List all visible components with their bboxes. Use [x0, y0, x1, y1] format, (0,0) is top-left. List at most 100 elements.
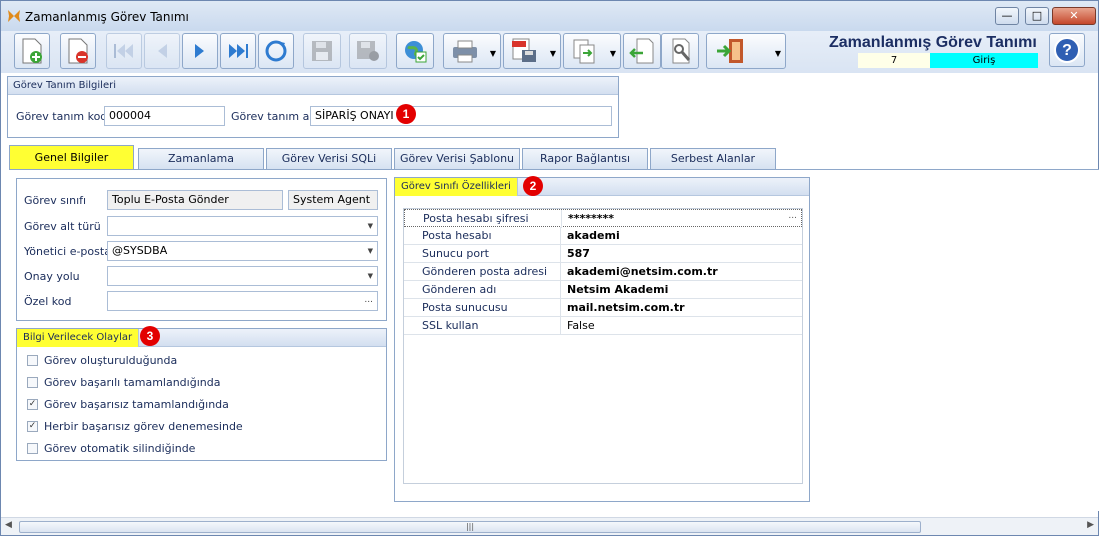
property-row[interactable]: Gönderen posta adresi akademi@netsim.com.…: [404, 263, 802, 281]
exit-icon: [717, 39, 743, 63]
ellipsis-button[interactable]: ...: [788, 211, 797, 221]
first-record-button[interactable]: [106, 33, 142, 69]
property-value[interactable]: 587: [567, 247, 590, 260]
column-divider: [560, 299, 561, 317]
checkbox[interactable]: ✓: [27, 398, 38, 410]
close-button[interactable]: ✕: [1052, 7, 1096, 25]
refresh-icon: [265, 40, 287, 62]
export-pdf-icon: [512, 38, 536, 62]
property-value[interactable]: akademi@netsim.com.tr: [567, 265, 718, 278]
special-code-label: Özel kod: [24, 295, 72, 308]
print-icon: [453, 40, 477, 63]
approval-label: Onay yolu: [24, 270, 80, 283]
tab-schedule[interactable]: Zamanlama: [138, 148, 264, 169]
event-checkbox-label: Herbir başarısız görev denemesinde: [44, 419, 243, 433]
property-value[interactable]: akademi: [567, 229, 620, 242]
horizontal-scrollbar[interactable]: ◀ ||| ▶: [1, 517, 1098, 535]
name-label: Görev tanım adı: [231, 110, 320, 123]
help-icon: ?: [1054, 37, 1080, 63]
import-button[interactable]: [623, 33, 661, 69]
tools-button[interactable]: [661, 33, 699, 69]
scroll-right-icon[interactable]: ▶: [1087, 520, 1094, 530]
tab-sql[interactable]: Görev Verisi SQLi: [266, 148, 392, 169]
last-record-button[interactable]: [220, 33, 256, 69]
tab-report-link[interactable]: Rapor Bağlantısı: [522, 148, 648, 169]
scroll-left-icon[interactable]: ◀: [5, 520, 12, 530]
last-record-icon: [229, 44, 248, 58]
title-bar: Zamanlanmış Görev Tanımı — □ ✕: [1, 1, 1098, 31]
export-pdf-button[interactable]: ▼: [503, 33, 561, 69]
property-row[interactable]: SSL kullan False: [404, 317, 802, 335]
status-badge: Giriş: [930, 53, 1038, 68]
previous-record-button[interactable]: [144, 33, 180, 69]
callout-badge-1: 1: [396, 104, 416, 124]
checkbox[interactable]: [27, 354, 38, 366]
chevron-down-icon: ▼: [774, 49, 781, 58]
admin-mail-value: @SYSDBA: [112, 244, 168, 257]
refresh-button[interactable]: [258, 33, 294, 69]
save-button[interactable]: [303, 33, 341, 69]
column-divider: [560, 263, 561, 281]
property-row[interactable]: Gönderen adı Netsim Akademi: [404, 281, 802, 299]
properties-group: Görev Sınıfı Özellikleri Posta hesabı şi…: [394, 177, 810, 502]
property-row[interactable]: Posta hesabı akademi: [404, 227, 802, 245]
property-grid: Posta hesabı şifresi ********... Posta hes…: [403, 208, 803, 484]
tab-general[interactable]: Genel Bilgiler: [9, 145, 134, 170]
event-checkbox-row[interactable]: Görev başarılı tamamlandığında: [27, 373, 220, 391]
property-key: Gönderen posta adresi: [422, 265, 548, 278]
event-checkbox-row[interactable]: ✓ Herbir başarısız görev denemesinde: [27, 417, 243, 435]
name-field[interactable]: SİPARİŞ ONAYI: [310, 106, 612, 126]
tab-template[interactable]: Görev Verisi Şablonu: [394, 148, 520, 169]
exit-button[interactable]: ▼: [706, 33, 786, 69]
property-row[interactable]: Posta sunucusu mail.netsim.com.tr: [404, 299, 802, 317]
property-value[interactable]: False: [567, 319, 595, 332]
minimize-button[interactable]: —: [995, 7, 1019, 25]
property-row[interactable]: Sunucu port 587: [404, 245, 802, 263]
property-row[interactable]: Posta hesabı şifresi ********...: [404, 209, 802, 228]
scrollbar-thumb[interactable]: |||: [19, 521, 921, 533]
new-button[interactable]: [14, 33, 50, 69]
print-button[interactable]: ▼: [443, 33, 501, 69]
code-field[interactable]: 000004: [104, 106, 225, 126]
web-check-icon: [405, 41, 427, 63]
delete-document-icon: [68, 38, 88, 64]
subtype-select[interactable]: ▼: [107, 216, 378, 236]
special-code-field[interactable]: ...: [107, 291, 378, 311]
class-label: Görev sınıfı: [24, 194, 87, 207]
ellipsis-button[interactable]: ...: [364, 291, 373, 309]
web-check-button[interactable]: [396, 33, 434, 69]
property-key: Posta sunucusu: [422, 301, 508, 314]
property-key: Posta hesabı şifresi: [423, 212, 529, 225]
event-checkbox-row[interactable]: ✓ Görev başarısız tamamlandığında: [27, 395, 229, 413]
cancel-save-icon: [357, 41, 379, 61]
chevron-down-icon: ▼: [367, 222, 373, 230]
checkbox[interactable]: [27, 442, 38, 454]
chevron-down-icon: ▼: [367, 272, 373, 280]
maximize-button[interactable]: □: [1025, 7, 1049, 25]
help-button[interactable]: ?: [1049, 33, 1085, 67]
chevron-down-icon: ▼: [489, 49, 496, 58]
butterfly-icon: [8, 10, 20, 22]
delete-button[interactable]: [60, 33, 96, 69]
code-label: Görev tanım kodu: [16, 110, 115, 123]
event-checkbox-row[interactable]: Görev oluşturulduğunda: [27, 351, 177, 369]
property-value[interactable]: mail.netsim.com.tr: [567, 301, 685, 314]
class-agent-field: System Agent: [288, 190, 378, 210]
cancel-save-button[interactable]: [349, 33, 387, 69]
approval-select[interactable]: ▼: [107, 266, 378, 286]
property-value[interactable]: Netsim Akademi: [567, 283, 668, 296]
property-key: Sunucu port: [422, 247, 489, 260]
checkbox[interactable]: ✓: [27, 420, 38, 432]
copy-button[interactable]: ▼: [563, 33, 621, 69]
column-divider: [560, 227, 561, 245]
event-checkbox-label: Görev başarısız tamamlandığında: [44, 397, 229, 411]
next-record-button[interactable]: [182, 33, 218, 69]
general-info-group: Görev sınıfı Toplu E-Posta Gönder System…: [16, 178, 387, 321]
admin-mail-select[interactable]: @SYSDBA ▼: [107, 241, 378, 261]
properties-group-title: Görev Sınıfı Özellikleri: [395, 178, 518, 196]
events-group: Bilgi Verilecek Olaylar Görev oluşturuld…: [16, 328, 387, 461]
checkbox[interactable]: [27, 376, 38, 388]
event-checkbox-row[interactable]: Görev otomatik silindiğinde: [27, 439, 195, 457]
property-value[interactable]: ********: [568, 212, 614, 225]
tab-free-fields[interactable]: Serbest Alanlar: [650, 148, 776, 169]
